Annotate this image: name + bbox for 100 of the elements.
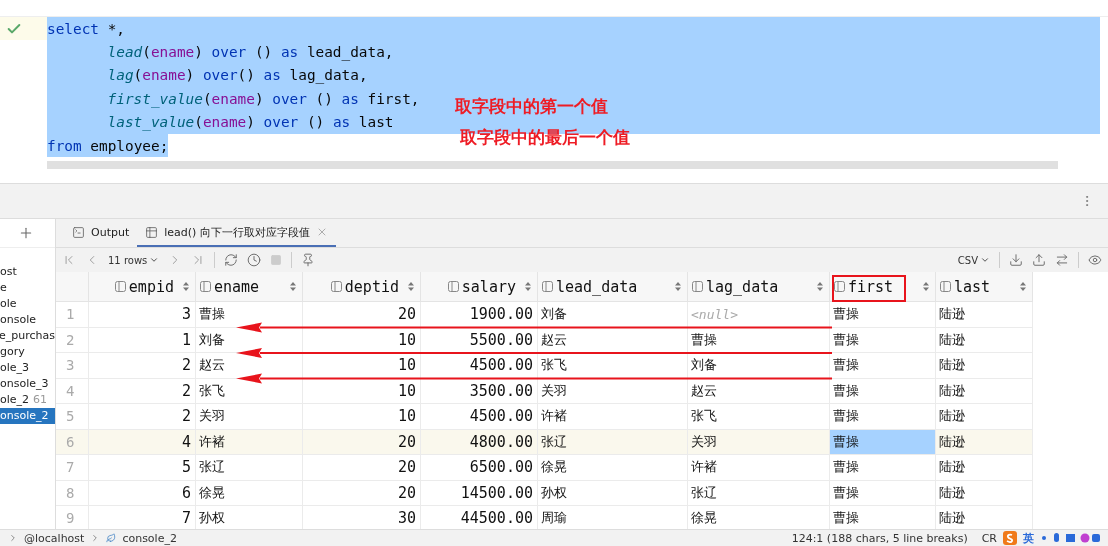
- table-cell: 3: [89, 302, 196, 328]
- ime-logo-icon[interactable]: [1003, 531, 1017, 545]
- row-number: 6: [56, 429, 89, 455]
- sidebar-item[interactable]: onsole: [0, 312, 55, 328]
- table-cell: 陆逊: [936, 353, 1033, 379]
- table-cell: 10: [303, 378, 421, 404]
- pin-icon[interactable]: [301, 253, 316, 267]
- row-number: 4: [56, 378, 89, 404]
- chevron-icon: [8, 533, 18, 543]
- rows-dropdown[interactable]: 11 rows: [108, 254, 160, 266]
- column-header[interactable]: first: [830, 272, 936, 302]
- line-ending[interactable]: CR: [981, 531, 997, 545]
- clock-icon[interactable]: [247, 253, 262, 267]
- table-cell: 曹操: [688, 327, 830, 353]
- table-cell: 关羽: [688, 429, 830, 455]
- terminal-icon[interactable]: [72, 225, 85, 239]
- sidebar-item[interactable]: ole_2 61: [0, 392, 55, 408]
- cursor-position[interactable]: 124:1 (188 chars, 5 line breaks): [791, 531, 968, 545]
- first-page-icon[interactable]: [62, 253, 76, 267]
- sidebar-item[interactable]: ole_3: [0, 360, 55, 376]
- sidebar-item[interactable]: gory: [0, 344, 55, 360]
- table-cell: 张飞: [538, 353, 688, 379]
- table-cell: 20: [303, 429, 421, 455]
- table-cell: 张飞: [688, 404, 830, 430]
- row-number: 5: [56, 404, 89, 430]
- ime-tools-icon[interactable]: [1040, 532, 1100, 544]
- sidebar-item[interactable]: ole: [0, 296, 55, 312]
- column-icon: [940, 281, 951, 292]
- add-icon[interactable]: [18, 225, 34, 241]
- row-number: 8: [56, 480, 89, 506]
- table-cell: 许褚: [688, 455, 830, 481]
- table-cell: 2: [89, 404, 196, 430]
- table-cell: 曹操: [830, 353, 936, 379]
- column-header[interactable]: ename: [196, 272, 303, 302]
- row-number: 1: [56, 302, 89, 328]
- table-cell: 4800.00: [421, 429, 538, 455]
- table-cell: 徐晃: [538, 455, 688, 481]
- sort-icon[interactable]: [290, 282, 296, 291]
- sidebar-item[interactable]: e: [0, 280, 55, 296]
- chevron-down-icon: [980, 255, 990, 265]
- chevron-down-icon: [149, 255, 160, 265]
- column-header[interactable]: last: [936, 272, 1033, 302]
- column-icon: [200, 281, 211, 292]
- table-cell: 6: [89, 480, 196, 506]
- table-cell: 6500.00: [421, 455, 538, 481]
- sort-icon[interactable]: [675, 282, 681, 291]
- table-cell: 张辽: [538, 429, 688, 455]
- column-icon: [447, 281, 459, 292]
- table-cell: 孙权: [196, 506, 303, 529]
- column-header[interactable]: salary: [421, 272, 538, 302]
- table-cell: 赵云: [196, 353, 303, 379]
- sort-icon[interactable]: [923, 282, 929, 291]
- table-cell: 刘备: [688, 353, 830, 379]
- sort-icon[interactable]: [1020, 282, 1026, 291]
- compare-icon[interactable]: [1055, 253, 1069, 267]
- table-cell: 2: [89, 353, 196, 379]
- leaf-icon: [106, 533, 117, 543]
- download-icon[interactable]: [1009, 253, 1023, 267]
- table-cell: 许褚: [196, 429, 303, 455]
- table-cell: 张辽: [688, 480, 830, 506]
- table-icon[interactable]: [145, 225, 159, 239]
- table-cell: 周瑜: [538, 506, 688, 529]
- sort-icon[interactable]: [817, 282, 823, 291]
- scrollbar[interactable]: [47, 161, 1058, 170]
- breadcrumb[interactable]: console_2: [122, 531, 177, 545]
- column-header[interactable]: lead_data: [538, 272, 688, 302]
- table-cell: 4500.00: [421, 404, 538, 430]
- table-cell: 张辽: [196, 455, 303, 481]
- table-cell: 曹操: [830, 429, 936, 455]
- table-cell: 1: [89, 327, 196, 353]
- table-cell: 孙权: [538, 480, 688, 506]
- column-icon: [330, 281, 342, 292]
- sort-icon[interactable]: [408, 282, 414, 291]
- column-icon: [542, 281, 553, 292]
- refresh-icon[interactable]: [224, 253, 239, 267]
- sidebar-item[interactable]: e_purchas: [0, 328, 55, 344]
- row-number: 7: [56, 455, 89, 481]
- upload-icon[interactable]: [1032, 253, 1046, 267]
- column-header[interactable]: deptid: [303, 272, 421, 302]
- breadcrumb[interactable]: @localhost: [24, 531, 85, 545]
- table-cell: 曹操: [830, 455, 936, 481]
- table-cell: <null>: [688, 302, 830, 328]
- sidebar-item[interactable]: ost: [0, 264, 55, 280]
- table-cell: 关羽: [538, 378, 688, 404]
- sidebar-item[interactable]: onsole_2: [0, 408, 55, 424]
- sort-icon[interactable]: [525, 282, 531, 291]
- column-header[interactable]: lag_data: [688, 272, 830, 302]
- sidebar-item[interactable]: onsole_3: [0, 376, 55, 392]
- format-dropdown[interactable]: CSV: [957, 254, 990, 266]
- eye-icon[interactable]: [1088, 253, 1102, 267]
- table-cell: 4: [89, 429, 196, 455]
- table-cell: 曹操: [830, 327, 936, 353]
- tab[interactable]: Output: [64, 219, 138, 247]
- row-number: 3: [56, 353, 89, 379]
- column-icon: [114, 281, 126, 292]
- ime-language[interactable]: 英: [1023, 530, 1034, 546]
- sort-icon[interactable]: [183, 282, 189, 291]
- column-header[interactable]: empid: [89, 272, 196, 302]
- row-number: 2: [56, 327, 89, 353]
- table-cell: 曹操: [196, 302, 303, 328]
